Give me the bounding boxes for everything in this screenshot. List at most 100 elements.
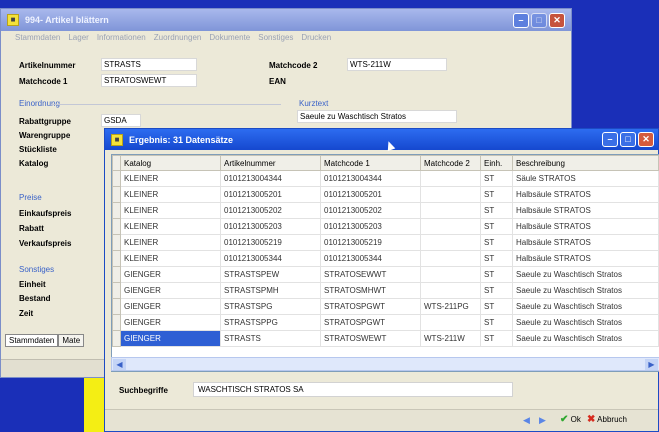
table-row[interactable]: GIENGER STRASTSPMH STRATOSMHWT ST Saeule zu …: [112, 282, 659, 299]
cell-einheit[interactable]: ST: [480, 170, 513, 187]
row-selector[interactable]: [112, 202, 121, 219]
minimize-button[interactable]: –: [513, 12, 529, 28]
table-row[interactable]: GIENGER STRASTSPG STRATOSPGWT WTS-211PG ST Sa…: [112, 298, 659, 315]
cell-artikelnummer[interactable]: 0101213005201: [220, 186, 321, 203]
cell-matchcode2[interactable]: [420, 266, 481, 283]
cell-einheit[interactable]: ST: [480, 282, 513, 299]
table-row[interactable]: KLEINER 0101213004344 0101213004344 ST Säule…: [112, 170, 659, 187]
cell-artikelnummer[interactable]: STRASTS: [220, 330, 321, 347]
table-row[interactable]: KLEINER 0101213005203 0101213005203 ST Halbs…: [112, 218, 659, 235]
cell-katalog[interactable]: GIENGER: [120, 266, 221, 283]
cell-matchcode1[interactable]: STRATOSWEWT: [320, 330, 421, 347]
cell-beschreibung[interactable]: Halbsäule STRATOS: [512, 218, 659, 235]
cell-beschreibung[interactable]: Saeule zu Waschtisch Stratos: [512, 298, 659, 315]
cancel-button[interactable]: ✖ Abbruch: [587, 414, 627, 425]
cell-einheit[interactable]: ST: [480, 266, 513, 283]
cell-einheit[interactable]: ST: [480, 234, 513, 251]
cell-artikelnummer[interactable]: 0101213005203: [220, 218, 321, 235]
cell-katalog[interactable]: GIENGER: [120, 314, 221, 331]
article-window-titlebar[interactable]: ■ 994- Artikel blättern – □ ✕: [1, 9, 571, 31]
row-selector[interactable]: [112, 186, 121, 203]
column-header-artikelnummer[interactable]: Artikelnummer: [220, 155, 321, 171]
matchcode1-field[interactable]: STRATOSWEWT: [101, 74, 197, 87]
previous-icon[interactable]: ◀: [523, 415, 530, 426]
cell-beschreibung[interactable]: Halbsäule STRATOS: [512, 250, 659, 267]
cell-katalog[interactable]: KLEINER: [120, 218, 221, 235]
menu-stammdaten[interactable]: Stammdaten: [15, 33, 60, 45]
tab-mate[interactable]: Mate: [58, 334, 85, 347]
column-header-beschreibung[interactable]: Beschreibung: [512, 155, 659, 171]
row-selector[interactable]: [112, 266, 121, 283]
column-header-katalog[interactable]: Katalog: [120, 155, 221, 171]
cell-artikelnummer[interactable]: 0101213004344: [220, 170, 321, 187]
cell-einheit[interactable]: ST: [480, 218, 513, 235]
table-row[interactable]: KLEINER 0101213005202 0101213005202 ST Halbs…: [112, 202, 659, 219]
cell-matchcode2[interactable]: [420, 282, 481, 299]
row-selector[interactable]: [112, 330, 121, 347]
row-selector[interactable]: [112, 170, 121, 187]
maximize-button[interactable]: □: [531, 12, 547, 28]
cell-matchcode1[interactable]: 0101213005219: [320, 234, 421, 251]
cell-einheit[interactable]: ST: [480, 186, 513, 203]
cell-artikelnummer[interactable]: STRASTSPMH: [220, 282, 321, 299]
cell-matchcode2[interactable]: [420, 234, 481, 251]
menu-lager[interactable]: Lager: [68, 33, 88, 45]
cell-matchcode1[interactable]: 0101213005201: [320, 186, 421, 203]
cell-beschreibung[interactable]: Saeule zu Waschtisch Stratos: [512, 266, 659, 283]
cell-beschreibung[interactable]: Säule STRATOS: [512, 170, 659, 187]
cell-beschreibung[interactable]: Saeule zu Waschtisch Stratos: [512, 330, 659, 347]
cell-katalog[interactable]: GIENGER: [120, 282, 221, 299]
cell-einheit[interactable]: ST: [480, 298, 513, 315]
cell-artikelnummer[interactable]: STRASTSPG: [220, 298, 321, 315]
dialog-minimize-button[interactable]: –: [602, 132, 618, 147]
cell-katalog[interactable]: KLEINER: [120, 234, 221, 251]
dialog-close-button[interactable]: ✕: [638, 132, 654, 147]
cell-matchcode1[interactable]: 0101213005203: [320, 218, 421, 235]
scroll-right-icon[interactable]: ▶: [645, 359, 658, 370]
row-selector[interactable]: [112, 314, 121, 331]
table-row[interactable]: GIENGER STRASTS STRATOSWEWT WTS-211W ST Saeul…: [112, 330, 659, 347]
menu-sonstiges[interactable]: Sonstiges: [258, 33, 293, 45]
table-row[interactable]: GIENGER STRASTSPPG STRATOSPGWT ST Saeule zu …: [112, 314, 659, 331]
matchcode2-field[interactable]: WTS-211W: [347, 58, 447, 71]
cell-einheit[interactable]: ST: [480, 330, 513, 347]
cell-matchcode1[interactable]: STRATOSPGWT: [320, 314, 421, 331]
cell-beschreibung[interactable]: Halbsäule STRATOS: [512, 234, 659, 251]
cell-beschreibung[interactable]: Halbsäule STRATOS: [512, 202, 659, 219]
cell-artikelnummer[interactable]: 0101213005219: [220, 234, 321, 251]
cell-matchcode1[interactable]: STRATOSEWWT: [320, 266, 421, 283]
cell-beschreibung[interactable]: Saeule zu Waschtisch Stratos: [512, 314, 659, 331]
dialog-maximize-button[interactable]: □: [620, 132, 636, 147]
cell-artikelnummer[interactable]: STRASTSPEW: [220, 266, 321, 283]
cell-matchcode1[interactable]: STRATOSMHWT: [320, 282, 421, 299]
cell-einheit[interactable]: ST: [480, 202, 513, 219]
cell-katalog[interactable]: KLEINER: [120, 170, 221, 187]
tab-stammdaten[interactable]: Stammdaten: [5, 334, 59, 347]
column-header-einheit[interactable]: Einh.: [480, 155, 513, 171]
cell-beschreibung[interactable]: Saeule zu Waschtisch Stratos: [512, 282, 659, 299]
cell-matchcode2[interactable]: WTS-211W: [420, 330, 481, 347]
cell-katalog[interactable]: KLEINER: [120, 202, 221, 219]
kurztext-field[interactable]: Saeule zu Waschtisch Stratos: [297, 110, 457, 123]
horizontal-scrollbar[interactable]: ◀ ▶: [111, 357, 659, 371]
menu-informationen[interactable]: Informationen: [97, 33, 146, 45]
cell-matchcode2[interactable]: [420, 218, 481, 235]
cell-matchcode2[interactable]: [420, 250, 481, 267]
row-selector[interactable]: [112, 282, 121, 299]
cell-matchcode1[interactable]: 0101213004344: [320, 170, 421, 187]
menu-zuordnungen[interactable]: Zuordnungen: [154, 33, 202, 45]
cell-einheit[interactable]: ST: [480, 314, 513, 331]
menu-drucken[interactable]: Drucken: [301, 33, 331, 45]
cell-matchcode2[interactable]: [420, 186, 481, 203]
table-row[interactable]: GIENGER STRASTSPEW STRATOSEWWT ST Saeule zu …: [112, 266, 659, 283]
cell-katalog[interactable]: GIENGER: [120, 330, 221, 347]
row-selector[interactable]: [112, 234, 121, 251]
table-row[interactable]: KLEINER 0101213005201 0101213005201 ST Halbs…: [112, 186, 659, 203]
cell-matchcode1[interactable]: 0101213005344: [320, 250, 421, 267]
suchbegriffe-field[interactable]: WASCHTISCH STRATOS SA: [193, 382, 513, 397]
scroll-left-icon[interactable]: ◀: [113, 359, 126, 370]
cell-katalog[interactable]: GIENGER: [120, 298, 221, 315]
row-selector[interactable]: [112, 250, 121, 267]
results-dialog-titlebar[interactable]: ■ Ergebnis: 31 Datensätze – □ ✕: [105, 129, 658, 150]
artikelnummer-field[interactable]: STRASTS: [101, 58, 197, 71]
